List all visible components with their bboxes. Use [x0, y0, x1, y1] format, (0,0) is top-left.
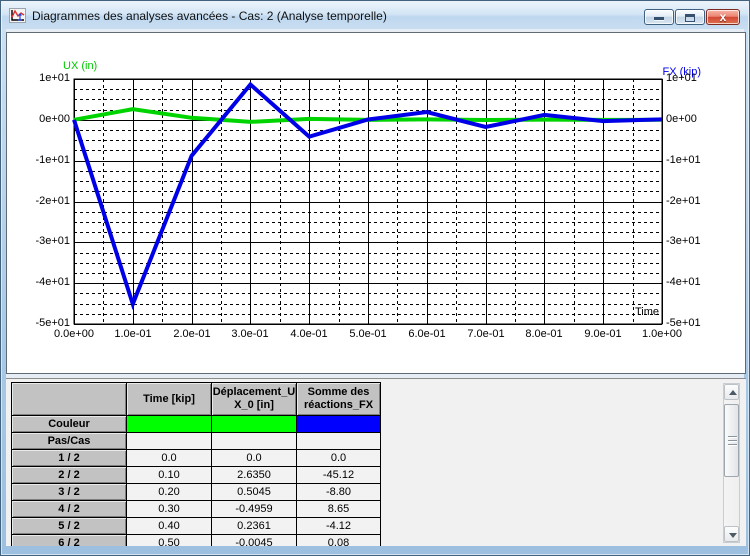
row-header-couleur[interactable]: Couleur — [12, 416, 126, 432]
thumb-grip — [728, 436, 737, 437]
color-swatch[interactable] — [297, 416, 380, 432]
chart-plot-area — [72, 78, 663, 325]
scroll-track[interactable] — [724, 400, 739, 526]
results-panel: Time [kip] Déplacement_U X_0 [in] Somme de… — [6, 378, 746, 546]
thumb-grip — [728, 440, 737, 441]
column-header[interactable]: Time [kip] — [127, 383, 211, 415]
table-cell[interactable]: -0.0045 — [212, 535, 296, 546]
color-swatch[interactable] — [212, 416, 296, 432]
table-cell[interactable]: -8.80 — [297, 484, 380, 500]
table-cell[interactable] — [212, 433, 296, 449]
window-title: Diagrammes des analyses avancées - Cas: … — [32, 8, 387, 23]
dialog-window: Diagrammes des analyses avancées - Cas: … — [0, 0, 750, 556]
table-cell[interactable]: 0.0 — [212, 450, 296, 466]
scroll-up-button[interactable] — [724, 384, 739, 400]
table-cell[interactable]: 0.50 — [127, 535, 211, 546]
table-cell[interactable]: 2.6350 — [212, 467, 296, 483]
table-cell[interactable]: -0.4959 — [212, 501, 296, 517]
table-cell[interactable]: 0.2361 — [212, 518, 296, 534]
y-left-tick-label: -3e+01 — [35, 235, 70, 247]
row-header[interactable]: 1 / 2 — [12, 450, 126, 466]
x-tick-label: 9.0e-01 — [584, 328, 622, 340]
y-left-tick-label: -4e+01 — [35, 276, 70, 288]
results-table: Time [kip] Déplacement_U X_0 [in] Somme de… — [11, 382, 381, 546]
column-header[interactable]: Déplacement_U X_0 [in] — [212, 383, 296, 415]
titlebar[interactable]: Diagrammes des analyses avancées - Cas: … — [2, 2, 748, 29]
maximize-button[interactable] — [675, 9, 705, 25]
table-cell[interactable]: 0.10 — [127, 467, 211, 483]
thumb-grip — [728, 444, 737, 445]
row-header[interactable]: 6 / 2 — [12, 535, 126, 546]
x-tick-label: 7.0e-01 — [467, 328, 505, 340]
table-cell[interactable]: -4.12 — [297, 518, 380, 534]
x-tick-label: 1.0e+00 — [641, 328, 683, 340]
table-cell[interactable]: 0.40 — [127, 518, 211, 534]
x-tick-label: 2.0e-01 — [173, 328, 211, 340]
table-cell[interactable]: -45.12 — [297, 467, 380, 483]
row-header[interactable]: 4 / 2 — [12, 501, 126, 517]
table-cell[interactable] — [127, 433, 211, 449]
maximize-icon — [685, 14, 695, 22]
y-right-tick-label: -2e+01 — [666, 195, 701, 207]
table-cell[interactable]: 0.0 — [127, 450, 211, 466]
y-right-tick-label: -4e+01 — [666, 276, 701, 288]
column-header[interactable] — [12, 383, 126, 415]
color-swatch[interactable] — [127, 416, 211, 432]
table-cell[interactable]: 0.0 — [297, 450, 380, 466]
row-header[interactable]: 2 / 2 — [12, 467, 126, 483]
x-tick-label: 4.0e-01 — [290, 328, 328, 340]
x-tick-label: 5.0e-01 — [349, 328, 387, 340]
scroll-down-button[interactable] — [724, 526, 739, 542]
window-controls: x — [644, 2, 748, 29]
diagram-chart-icon — [9, 8, 26, 23]
y-left-tick-label: 1e+01 — [39, 72, 70, 84]
table-cell[interactable]: 0.08 — [297, 535, 380, 546]
y-right-tick-label: -1e+01 — [666, 154, 701, 166]
y-left-tick-label: 0e+00 — [39, 113, 70, 125]
close-button[interactable]: x — [706, 9, 740, 25]
scroll-up-arrow-icon — [729, 390, 737, 395]
x-tick-label: 3.0e-01 — [231, 328, 269, 340]
scroll-down-arrow-icon — [729, 533, 737, 538]
time-axis-label: Time — [634, 306, 659, 318]
y-right-tick-label: 1e+01 — [666, 72, 697, 84]
scroll-thumb[interactable] — [724, 404, 739, 477]
minimize-button[interactable] — [644, 9, 674, 25]
column-header[interactable]: Somme des réactions_FX — [297, 383, 380, 415]
y-left-tick-label: -2e+01 — [35, 195, 70, 207]
x-tick-label: 0.0e+00 — [53, 328, 95, 340]
y-right-tick-label: -3e+01 — [666, 235, 701, 247]
row-header[interactable]: 5 / 2 — [12, 518, 126, 534]
chart-panel: UX (in) FX (kip) Time 1e+01 0e+00 -1e+01 -2… — [6, 32, 746, 374]
minimize-icon — [654, 17, 664, 20]
table-cell[interactable]: 0.5045 — [212, 484, 296, 500]
x-tick-label: 1.0e-01 — [114, 328, 152, 340]
table-cell[interactable]: 8.65 — [297, 501, 380, 517]
vertical-scrollbar[interactable] — [723, 383, 740, 543]
x-tick-label: 6.0e-01 — [408, 328, 446, 340]
close-icon: x — [719, 10, 727, 24]
table-cell[interactable] — [297, 433, 380, 449]
table-cell[interactable]: 0.20 — [127, 484, 211, 500]
row-header-pas-cas[interactable]: Pas/Cas — [12, 433, 126, 449]
row-header[interactable]: 3 / 2 — [12, 484, 126, 500]
y-right-tick-label: 0e+00 — [666, 113, 697, 125]
table-cell[interactable]: 0.30 — [127, 501, 211, 517]
x-tick-label: 8.0e-01 — [525, 328, 563, 340]
y-left-tick-label: -1e+01 — [35, 154, 70, 166]
client-area: UX (in) FX (kip) Time 1e+01 0e+00 -1e+01 -2… — [6, 29, 746, 546]
